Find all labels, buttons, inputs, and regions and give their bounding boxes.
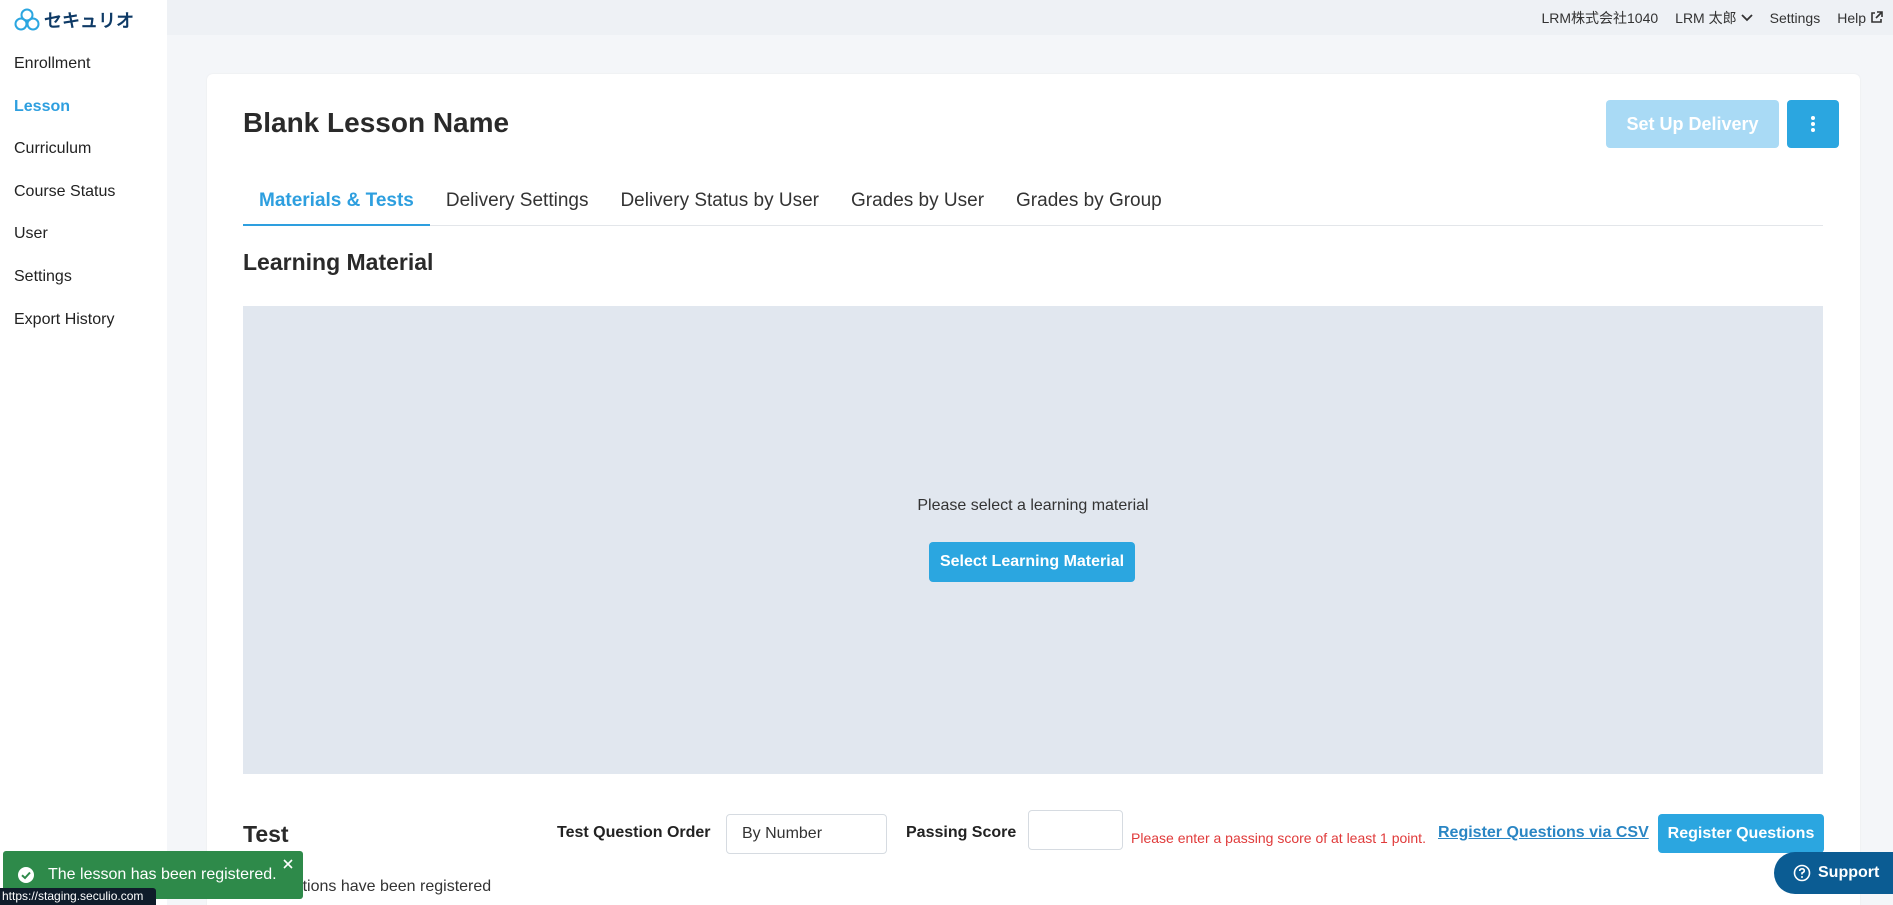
- passing-score-label: Passing Score: [906, 824, 1017, 841]
- passing-score-error: Please enter a passing score of at least…: [1131, 830, 1426, 846]
- user-name: LRM 太郎: [1675, 9, 1737, 26]
- sidebar-item-settings[interactable]: Settings: [0, 263, 167, 306]
- register-questions-csv-link[interactable]: Register Questions via CSV: [1438, 824, 1649, 842]
- chevron-down-icon: [1740, 13, 1753, 21]
- tab-grades-by-user[interactable]: Grades by User: [835, 186, 1000, 226]
- sidebar-item-lesson[interactable]: Lesson: [0, 93, 167, 136]
- sidebar-item-export-history[interactable]: Export History: [0, 306, 167, 349]
- set-up-delivery-button[interactable]: Set Up Delivery: [1606, 100, 1779, 148]
- lesson-tabs: Materials & Tests Delivery Settings Deli…: [243, 186, 1823, 226]
- lesson-card: Blank Lesson Name Set Up Delivery Materi…: [207, 74, 1860, 905]
- help-circle-icon: [1793, 864, 1811, 882]
- logo[interactable]: セキュリオ: [14, 8, 134, 32]
- sidebar: セキュリオ Enrollment Lesson Curriculum Cours…: [0, 0, 167, 905]
- top-bar: LRM株式会社1040 LRM 太郎 Settings Help: [167, 0, 1893, 35]
- close-icon[interactable]: [282, 858, 294, 870]
- tab-delivery-status-by-user[interactable]: Delivery Status by User: [604, 186, 835, 226]
- test-heading: Test: [243, 821, 289, 847]
- support-button[interactable]: Support: [1774, 852, 1893, 894]
- status-url: https://staging.seculio.com: [0, 888, 156, 905]
- support-label: Support: [1818, 864, 1880, 881]
- empty-material-message: Please select a learning material: [917, 497, 1149, 514]
- settings-link[interactable]: Settings: [1770, 10, 1821, 26]
- learning-material-heading: Learning Material: [243, 249, 434, 275]
- passing-score-input[interactable]: [1028, 810, 1123, 850]
- page-title: Blank Lesson Name: [243, 107, 510, 138]
- sidebar-nav: Enrollment Lesson Curriculum Course Stat…: [0, 50, 167, 348]
- logo-icon: [14, 8, 40, 31]
- learning-material-panel: Please select a learning material Select…: [243, 306, 1823, 774]
- more-options-button[interactable]: [1787, 100, 1839, 148]
- select-learning-material-button[interactable]: Select Learning Material: [929, 542, 1135, 582]
- tab-delivery-settings[interactable]: Delivery Settings: [430, 186, 605, 226]
- sidebar-item-user[interactable]: User: [0, 220, 167, 263]
- sidebar-item-curriculum[interactable]: Curriculum: [0, 135, 167, 178]
- company-name: LRM株式会社1040: [1541, 9, 1659, 26]
- kebab-menu-icon: [1811, 116, 1815, 132]
- tab-grades-by-group[interactable]: Grades by Group: [1000, 186, 1178, 226]
- help-label: Help: [1837, 9, 1866, 26]
- sidebar-item-course-status[interactable]: Course Status: [0, 178, 167, 221]
- user-menu[interactable]: LRM 太郎: [1675, 8, 1753, 28]
- external-link-icon: [1871, 11, 1883, 23]
- tab-materials-tests[interactable]: Materials & Tests: [243, 186, 430, 226]
- register-questions-button[interactable]: Register Questions: [1658, 814, 1824, 853]
- test-question-order-field[interactable]: [726, 814, 887, 854]
- test-question-order-label: Test Question Order: [557, 824, 711, 841]
- sidebar-item-enrollment[interactable]: Enrollment: [0, 50, 167, 93]
- help-link[interactable]: Help: [1837, 10, 1883, 26]
- check-circle-icon: [18, 867, 34, 883]
- toast-message: The lesson has been registered.: [48, 866, 277, 883]
- logo-text: セキュリオ: [44, 11, 134, 32]
